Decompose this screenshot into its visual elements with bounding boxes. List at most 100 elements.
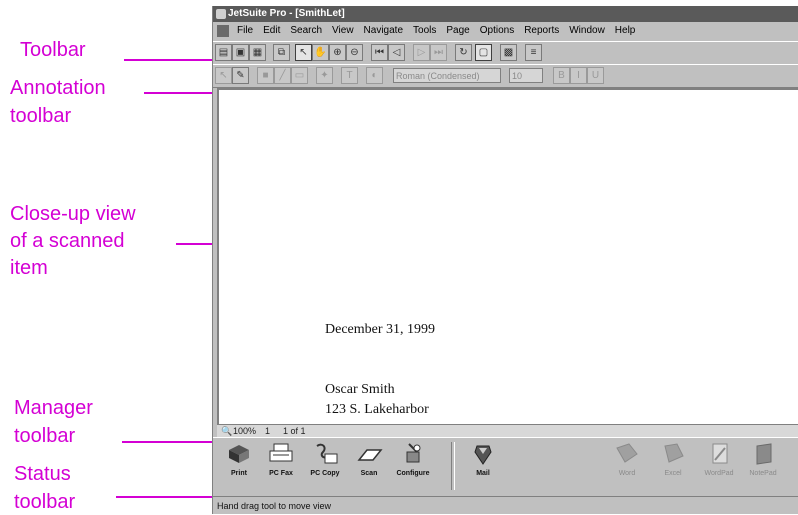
scan-button[interactable]: Scan — [349, 442, 389, 492]
italic-icon[interactable]: I — [570, 67, 587, 84]
mail-label: Mail — [476, 470, 490, 477]
mail-icon — [474, 445, 492, 465]
hand-tool-icon[interactable]: ✋ — [312, 44, 329, 61]
pc-fax-icon — [269, 443, 293, 462]
menu-file[interactable]: File — [232, 22, 258, 40]
print-icon[interactable]: ▦ — [249, 44, 266, 61]
callout-toolbar: Toolbar — [20, 39, 86, 61]
scan-label: Scan — [360, 470, 378, 477]
menu-page[interactable]: Page — [441, 22, 474, 40]
notepad-icon — [756, 443, 772, 465]
callout-status-2: toolbar — [14, 491, 76, 513]
page-count: 1 of 1 — [283, 426, 306, 436]
next-page-icon[interactable]: ▷ — [413, 44, 430, 61]
word-label: Word — [618, 470, 636, 477]
pc-copy-icon — [316, 443, 338, 464]
menu-search[interactable]: Search — [285, 22, 327, 40]
callout-toolbar-line — [124, 59, 216, 61]
pc-fax-button[interactable]: PC Fax — [261, 442, 301, 492]
doc-address: 123 S. Lakeharbor — [325, 402, 429, 417]
notepad-label: NotePad — [749, 470, 777, 477]
annot-pointer-icon[interactable]: ↖ — [215, 67, 232, 84]
pc-copy-label: PC Copy — [310, 470, 340, 477]
callout-closeup-3: item — [10, 257, 48, 279]
zoom-icon[interactable]: 🔍 — [221, 425, 232, 437]
document-icon[interactable] — [217, 25, 229, 37]
print-label: Print — [231, 470, 247, 477]
rotate-icon[interactable]: ↻ — [455, 44, 472, 61]
configure-label: Configure — [396, 470, 430, 477]
annot-note-icon[interactable]: ▭ — [291, 67, 308, 84]
prev-page-icon[interactable]: ◁ — [388, 44, 405, 61]
manager-toolbar: Print PC Fax PC Copy Scan Configure Mail… — [213, 437, 798, 494]
bold-icon[interactable]: B — [553, 67, 570, 84]
thumbnail-icon[interactable]: ▩ — [500, 44, 517, 61]
menu-window[interactable]: Window — [564, 22, 610, 40]
excel-label: Excel — [664, 470, 682, 477]
configure-button[interactable]: Configure — [393, 442, 433, 492]
pc-copy-button[interactable]: PC Copy — [305, 442, 345, 492]
callout-annotation-1: Annotation — [10, 77, 106, 99]
excel-button[interactable]: Excel — [653, 442, 693, 492]
annot-text-icon[interactable]: T — [341, 67, 358, 84]
underline-icon[interactable]: U — [587, 67, 604, 84]
print-manager-icon — [229, 445, 249, 463]
zoom-out-icon[interactable]: ⊖ — [346, 44, 363, 61]
font-size-select[interactable]: 10 — [509, 68, 543, 83]
copy-icon[interactable]: ⧉ — [273, 44, 290, 61]
first-page-icon[interactable]: ⏮ — [371, 44, 388, 61]
wordpad-button[interactable]: WordPad — [699, 442, 739, 492]
annot-stamp-icon[interactable]: ✦ — [316, 67, 333, 84]
fit-page-icon[interactable]: ▢ — [475, 44, 492, 61]
callout-closeup-2: of a scanned — [10, 230, 125, 252]
callout-annotation-2: toolbar — [10, 105, 72, 127]
pc-fax-label: PC Fax — [269, 470, 293, 477]
annotation-toolbar: ↖ ✎ ■ ╱ ▭ ✦ T ◐ Roman (Condensed) 10 B I… — [213, 64, 798, 88]
wordpad-label: WordPad — [704, 470, 734, 477]
word-button[interactable]: Word — [607, 442, 647, 492]
zoom-bar: 🔍 100% 1 1 of 1 — [217, 424, 798, 437]
menu-options[interactable]: Options — [475, 22, 519, 40]
main-toolbar: ▤ ▣ ▦ ⧉ ↖ ✋ ⊕ ⊖ ⏮ ◁ ▷ ⏭ ↻ ▢ ▩ ≡ — [213, 41, 798, 65]
status-bar: Hand drag tool to move view — [213, 496, 798, 514]
configure-icon — [406, 443, 421, 463]
select-tool-icon[interactable]: ↖ — [295, 44, 312, 61]
callout-manager-2: toolbar — [14, 425, 76, 447]
print-button[interactable]: Print — [219, 442, 259, 492]
scan-icon — [357, 449, 383, 461]
menu-tools[interactable]: Tools — [408, 22, 441, 40]
doc-date: December 31, 1999 — [325, 322, 436, 337]
excel-icon — [664, 443, 684, 463]
notepad-button[interactable]: NotePad — [743, 442, 783, 492]
word-icon — [616, 443, 638, 463]
menu-view[interactable]: View — [327, 22, 359, 40]
window-title: JetSuite Pro - [SmithLet] — [228, 8, 345, 19]
document-view[interactable]: December 31, 1999 Oscar Smith 123 S. Lak… — [217, 88, 798, 424]
menu-edit[interactable]: Edit — [258, 22, 285, 40]
annot-box-icon[interactable]: ■ — [257, 67, 274, 84]
callout-status-1: Status — [14, 463, 71, 485]
menu-help[interactable]: Help — [610, 22, 641, 40]
annot-highlight-icon[interactable]: ✎ — [232, 67, 249, 84]
ocr-icon[interactable]: ≡ — [525, 44, 542, 61]
font-select[interactable]: Roman (Condensed) — [393, 68, 501, 83]
mail-button[interactable]: Mail — [463, 442, 503, 492]
menu-navigate[interactable]: Navigate — [359, 22, 408, 40]
title-bar[interactable]: JetSuite Pro - [SmithLet] — [213, 6, 798, 22]
callout-manager-1: Manager — [14, 397, 93, 419]
annot-color-icon[interactable]: ◐ — [366, 67, 383, 84]
menu-reports[interactable]: Reports — [519, 22, 564, 40]
zoom-level[interactable]: 100% — [233, 425, 256, 437]
zoom-in-icon[interactable]: ⊕ — [329, 44, 346, 61]
open-icon[interactable]: ▤ — [215, 44, 232, 61]
annot-line-icon[interactable]: ╱ — [274, 67, 291, 84]
wordpad-icon — [712, 443, 728, 464]
last-page-icon[interactable]: ⏭ — [430, 44, 447, 61]
manager-separator — [451, 442, 455, 490]
app-window: JetSuite Pro - [SmithLet] File Edit Search… — [212, 6, 798, 514]
callout-annotation-line — [144, 92, 216, 94]
menu-bar: File Edit Search View Navigate Tools Page Optio… — [213, 22, 798, 40]
app-icon[interactable] — [216, 9, 226, 19]
page-number[interactable]: 1 — [265, 425, 270, 437]
save-icon[interactable]: ▣ — [232, 44, 249, 61]
